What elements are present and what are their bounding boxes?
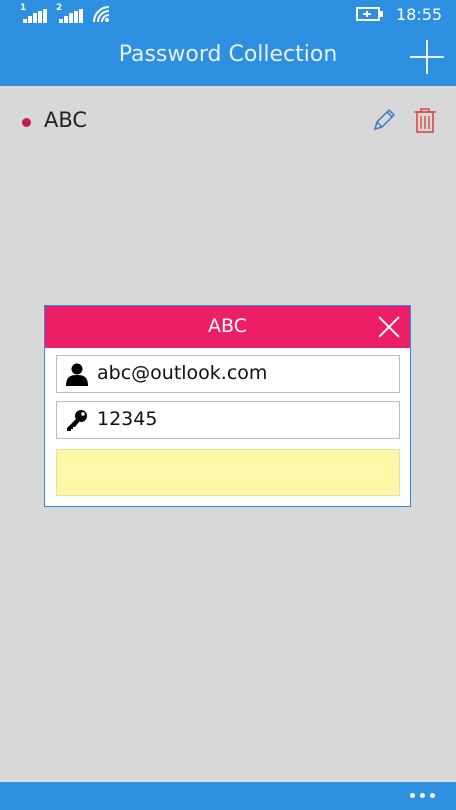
password-dialog: ABC abc@outlook.com 12345	[44, 305, 411, 507]
bullet-icon	[22, 118, 31, 127]
wifi-icon	[93, 6, 110, 23]
title-bar: Password Collection	[0, 28, 456, 86]
username-value: abc@outlook.com	[97, 362, 268, 384]
battery-charging-icon	[356, 7, 383, 21]
more-options-icon[interactable]	[408, 788, 438, 802]
add-button[interactable]	[408, 38, 446, 76]
clock: 18:55	[396, 5, 443, 24]
user-icon	[66, 363, 88, 386]
trash-icon[interactable]	[411, 106, 439, 134]
password-value: 12345	[97, 408, 158, 430]
password-field[interactable]: 12345	[56, 401, 400, 439]
app-bar	[0, 782, 456, 810]
username-field[interactable]: abc@outlook.com	[56, 355, 400, 393]
dialog-header: ABC	[45, 306, 410, 348]
signal-sim2-icon: 2	[56, 3, 86, 23]
notes-area[interactable]	[56, 449, 400, 496]
list-item-label: ABC	[44, 108, 88, 132]
key-icon	[67, 410, 87, 431]
pencil-icon[interactable]	[370, 106, 398, 134]
close-icon[interactable]	[378, 316, 400, 338]
status-bar: 1 2 18:55	[0, 0, 456, 28]
signal-sim1-icon: 1	[20, 3, 50, 23]
dialog-title: ABC	[208, 315, 247, 337]
list-item[interactable]: ABC	[0, 96, 456, 148]
page-title: Password Collection	[118, 42, 338, 67]
